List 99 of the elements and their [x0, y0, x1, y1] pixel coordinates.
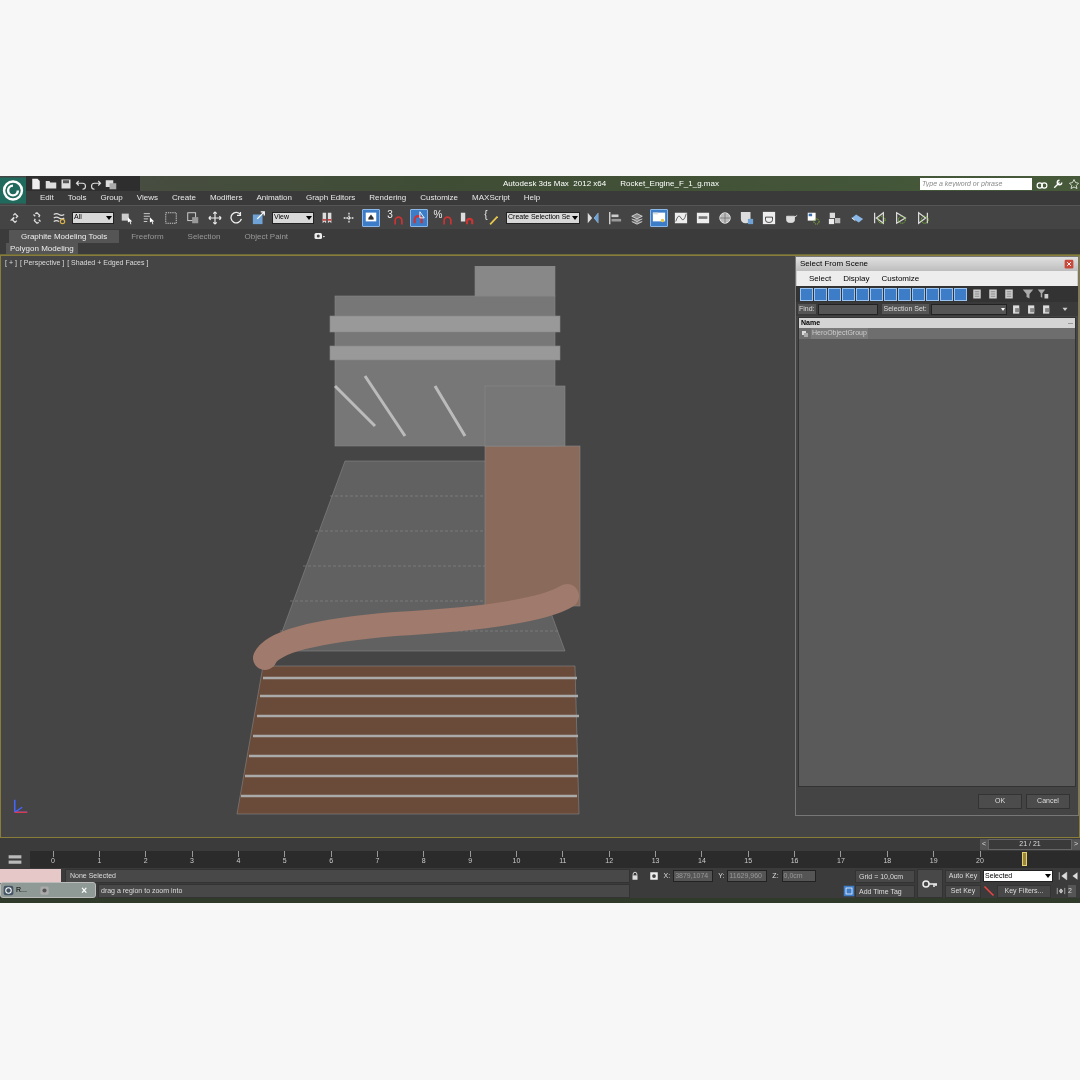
menu-item[interactable]: Display [843, 272, 870, 285]
filter-toggle-button[interactable] [884, 287, 897, 301]
ribbon-tab[interactable]: Selection [175, 230, 233, 243]
key-play-icon [894, 210, 908, 225]
move-button[interactable] [206, 208, 224, 227]
pencil-line-icon[interactable] [983, 885, 995, 897]
scale-button[interactable] [250, 208, 268, 227]
teapot-frame-icon [762, 210, 776, 225]
rotate-icon [230, 210, 244, 225]
selection-mode-icon[interactable] [648, 871, 659, 881]
filter-toggle-button[interactable] [800, 287, 813, 301]
sets-icon[interactable] [1010, 303, 1022, 315]
snap-magnet-icon [393, 215, 403, 225]
go-to-start-icon[interactable] [1058, 871, 1068, 881]
pencil-icon [488, 215, 498, 225]
menu-item[interactable]: Customize [881, 272, 920, 285]
snap-magnet-button[interactable]: 3 [384, 208, 406, 227]
menu-item[interactable]: Graph Editors [298, 192, 363, 204]
list-icon[interactable] [971, 288, 983, 300]
window-title: Autodesk 3ds Max 2012 x64 [503, 177, 607, 190]
previous-frame-icon[interactable] [1070, 871, 1080, 881]
pencil-button[interactable]: { [480, 208, 502, 227]
sets-icon[interactable] [1040, 303, 1052, 315]
ribbon-tab[interactable]: Object Paint [232, 230, 301, 243]
transform-gizmo-icon [342, 210, 356, 225]
window-icon[interactable] [38, 884, 50, 896]
dialog-title: Select From Scene [800, 258, 869, 270]
spinner-snap-icon [460, 210, 474, 225]
save-icon[interactable] [60, 177, 72, 190]
filter-toggle-button[interactable] [814, 287, 827, 301]
schematic-icon [696, 210, 710, 225]
app-logo-icon[interactable] [3, 884, 14, 896]
rectangle-selection-icon [164, 210, 178, 225]
folder-button[interactable] [650, 208, 668, 227]
menu-item[interactable]: Group [93, 192, 130, 204]
bookmark-icon [320, 210, 334, 225]
menu-item[interactable]: Create [164, 192, 203, 204]
scale-icon [252, 210, 266, 225]
time-marker[interactable] [1022, 852, 1027, 866]
menu-item[interactable]: Views [129, 192, 165, 204]
menu-item[interactable]: Rendering [362, 192, 414, 204]
menu-item[interactable]: MAXScript [465, 192, 517, 204]
percent-snap-button[interactable]: % [432, 208, 454, 227]
star-icon[interactable] [1068, 177, 1080, 190]
menu-item[interactable]: Customize [413, 192, 466, 204]
window-crossing-icon [186, 210, 200, 225]
menu-item[interactable]: Select [809, 272, 832, 285]
sets-icon[interactable] [1025, 303, 1037, 315]
menu-item[interactable]: Help [516, 192, 548, 204]
layers-icon [630, 210, 644, 225]
material-sphere-icon [718, 210, 732, 225]
ribbon-options-icon[interactable] [312, 230, 327, 242]
filter-toggle-button[interactable] [954, 287, 967, 301]
filter-icon[interactable] [1022, 288, 1034, 300]
curve-editor-icon [674, 210, 688, 225]
project-folder-icon[interactable] [105, 177, 117, 190]
app-logo-icon[interactable] [0, 176, 26, 205]
filter-toggle-button[interactable] [842, 287, 855, 301]
percent-snap-icon [443, 215, 453, 225]
teapot-settings-icon [740, 210, 754, 225]
manipulate-button[interactable] [362, 208, 380, 227]
menu-item[interactable]: Animation [249, 192, 299, 204]
filter-toggle-button[interactable] [828, 287, 841, 301]
list-icon[interactable] [1003, 288, 1015, 300]
ribbon-tab[interactable]: Graphite Modeling Tools [9, 230, 120, 243]
key-forward-icon [916, 210, 930, 225]
key-mode-toggle-icon[interactable] [1056, 886, 1066, 896]
menu-item[interactable]: Tools [60, 192, 94, 204]
group-icon[interactable] [801, 329, 809, 338]
filter-icon[interactable] [1037, 288, 1049, 300]
filter-toggle-button[interactable] [856, 287, 869, 301]
filter-toggle-button[interactable] [870, 287, 883, 301]
align-icon [608, 210, 622, 225]
time-tag-icon[interactable] [843, 885, 855, 897]
color-swatch[interactable] [0, 869, 61, 883]
key-back-icon [872, 210, 886, 225]
new-file-icon[interactable] [30, 177, 42, 190]
filter-toggle-button[interactable] [912, 287, 925, 301]
list-icon[interactable] [987, 288, 999, 300]
menu-item[interactable]: Edit [33, 192, 61, 204]
filter-toggle-button[interactable] [926, 287, 939, 301]
waves-icon [52, 210, 66, 225]
select-by-name-icon [142, 210, 156, 225]
angle-snap-icon [412, 209, 426, 224]
filter-toggle-button[interactable] [940, 287, 953, 301]
wrench-icon[interactable] [1052, 177, 1064, 190]
angle-snap-button[interactable] [410, 208, 428, 227]
filter-toggle-button[interactable] [898, 287, 911, 301]
file-name: Rocket_Engine_F_1_g.max [620, 177, 719, 190]
move-icon [208, 210, 222, 225]
find-field[interactable] [817, 303, 878, 315]
cubes-icon [828, 210, 842, 225]
menu-item[interactable]: Modifiers [202, 192, 250, 204]
lock-icon[interactable] [629, 871, 640, 881]
panel-tab[interactable]: Polygon Modeling [6, 243, 78, 254]
container-icon [806, 210, 820, 225]
close-icon[interactable] [1064, 259, 1074, 269]
ribbon-tab[interactable]: Freeform [119, 230, 176, 243]
set-key-button[interactable] [917, 869, 943, 898]
